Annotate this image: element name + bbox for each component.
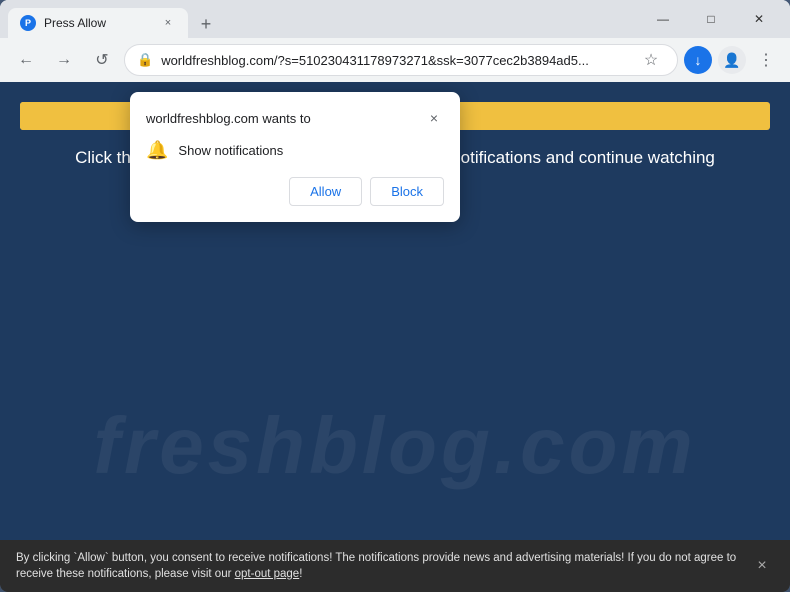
title-bar: P Press Allow × + — □ ✕ <box>0 0 790 38</box>
close-button[interactable]: ✕ <box>736 0 782 38</box>
popup-title: worldfreshblog.com wants to <box>146 111 311 126</box>
window-controls: — □ ✕ <box>640 0 782 38</box>
tab-favicon: P <box>20 15 36 31</box>
popup-buttons: Allow Block <box>146 177 444 206</box>
notification-popup: worldfreshblog.com wants to × 🔔 Show not… <box>130 92 460 222</box>
bell-icon: 🔔 <box>146 140 168 161</box>
download-icon: ↓ <box>695 52 702 68</box>
minimize-button[interactable]: — <box>640 0 686 38</box>
profile-icon: 👤 <box>723 52 740 69</box>
navigation-bar: ← → ↺ 🔒 worldfreshblog.com/?s=5102304311… <box>0 38 790 82</box>
url-display: worldfreshblog.com/?s=510230431178973271… <box>161 53 629 68</box>
tab-title: Press Allow <box>44 16 152 30</box>
browser-window: P Press Allow × + — □ ✕ ← → ↺ 🔒 worldfre… <box>0 0 790 592</box>
refresh-button[interactable]: ↺ <box>86 44 118 76</box>
consent-text: By clicking `Allow` button, you consent … <box>16 550 740 582</box>
popup-close-button[interactable]: × <box>424 108 444 128</box>
bookmark-icon[interactable]: ☆ <box>637 46 665 74</box>
allow-button[interactable]: Allow <box>289 177 362 206</box>
back-button[interactable]: ← <box>10 44 42 76</box>
maximize-button[interactable]: □ <box>688 0 734 38</box>
tab-area: P Press Allow × + <box>8 0 634 38</box>
active-tab[interactable]: P Press Allow × <box>8 8 188 38</box>
page-content: freshblog.com 99% Click the «Allow» butt… <box>0 82 790 592</box>
forward-button[interactable]: → <box>48 44 80 76</box>
popup-header: worldfreshblog.com wants to × <box>146 108 444 128</box>
block-button[interactable]: Block <box>370 177 444 206</box>
notification-label: Show notifications <box>178 143 283 158</box>
tab-close-button[interactable]: × <box>160 15 176 31</box>
menu-button[interactable]: ⋮ <box>752 46 780 74</box>
consent-close-button[interactable]: × <box>750 554 774 578</box>
new-tab-button[interactable]: + <box>192 10 220 38</box>
download-button[interactable]: ↓ <box>684 46 712 74</box>
profile-button[interactable]: 👤 <box>718 46 746 74</box>
consent-bar: By clicking `Allow` button, you consent … <box>0 540 790 592</box>
watermark-text: freshblog.com <box>93 400 696 492</box>
opt-out-link[interactable]: opt-out page <box>235 568 300 580</box>
address-bar[interactable]: 🔒 worldfreshblog.com/?s=5102304311789732… <box>124 44 678 76</box>
popup-notification-row: 🔔 Show notifications <box>146 140 444 161</box>
lock-icon: 🔒 <box>137 52 153 68</box>
